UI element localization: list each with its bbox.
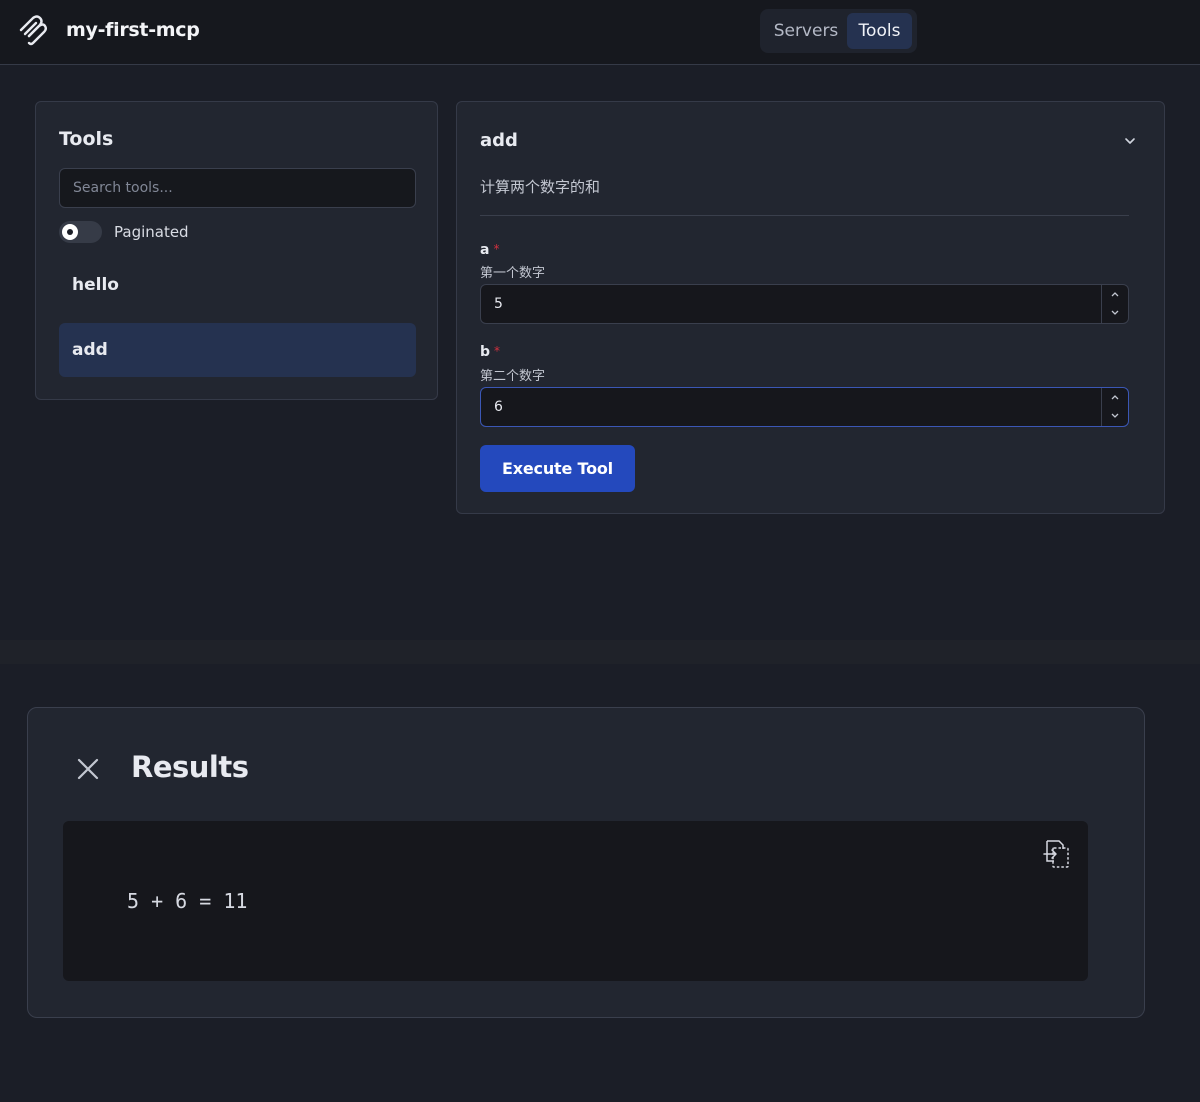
tab-servers[interactable]: Servers <box>764 13 848 49</box>
chevron-up-icon[interactable] <box>1110 393 1120 401</box>
toggle-knob <box>62 224 78 240</box>
field-a-name: a <box>480 242 490 258</box>
field-b-description: 第二个数字 <box>480 369 546 384</box>
divider <box>480 215 1129 216</box>
tool-description: 计算两个数字的和 <box>480 178 601 196</box>
field-b-value: 6 <box>494 399 503 415</box>
field-b-name: b <box>480 344 491 360</box>
execute-tool-button[interactable]: Execute Tool <box>480 445 635 492</box>
required-marker: * <box>493 242 500 256</box>
field-a-input[interactable]: 5 <box>480 284 1129 324</box>
section-divider-band <box>0 640 1200 664</box>
tools-panel-title: Tools <box>59 128 114 150</box>
field-a-stepper[interactable] <box>1101 285 1128 323</box>
tool-item-add[interactable]: add <box>59 323 416 377</box>
copy-icon[interactable] <box>1042 839 1070 869</box>
tab-tools[interactable]: Tools <box>847 13 912 49</box>
field-b-input[interactable]: 6 <box>480 387 1129 427</box>
app-title: my-first-mcp <box>66 19 200 41</box>
required-marker: * <box>494 344 501 358</box>
chevron-up-icon[interactable] <box>1110 290 1120 298</box>
chevron-down-icon[interactable] <box>1110 309 1120 317</box>
tools-list-panel: Tools Paginated hello add <box>35 101 438 400</box>
chevron-down-icon[interactable] <box>1124 135 1136 147</box>
field-a-description: 第一个数字 <box>480 266 546 281</box>
results-panel: Results 5 + 6 = 11 <box>27 707 1145 1018</box>
main-nav: Servers Tools <box>760 9 917 53</box>
paginated-label: Paginated <box>114 223 189 241</box>
tool-detail-panel: add 计算两个数字的和 a * 第一个数字 5 b * 第二个数字 6 Execu… <box>456 101 1165 514</box>
mcp-logo-icon <box>19 15 47 46</box>
result-output-text: 5 + 6 = 11 <box>127 889 248 913</box>
field-b-label: b * <box>480 344 500 360</box>
tool-name-title: add <box>480 130 518 151</box>
result-output-box: 5 + 6 = 11 <box>63 821 1088 981</box>
close-icon[interactable] <box>77 758 99 780</box>
field-a-label: a * <box>480 242 499 258</box>
field-b-stepper[interactable] <box>1101 388 1128 426</box>
field-a-value: 5 <box>494 296 503 312</box>
paginated-toggle[interactable] <box>59 221 102 243</box>
tool-item-hello[interactable]: hello <box>59 258 416 312</box>
results-title: Results <box>131 750 249 784</box>
chevron-down-icon[interactable] <box>1110 412 1120 420</box>
search-tools-input[interactable] <box>59 168 416 208</box>
app-header: my-first-mcp Servers Tools <box>0 0 1200 65</box>
